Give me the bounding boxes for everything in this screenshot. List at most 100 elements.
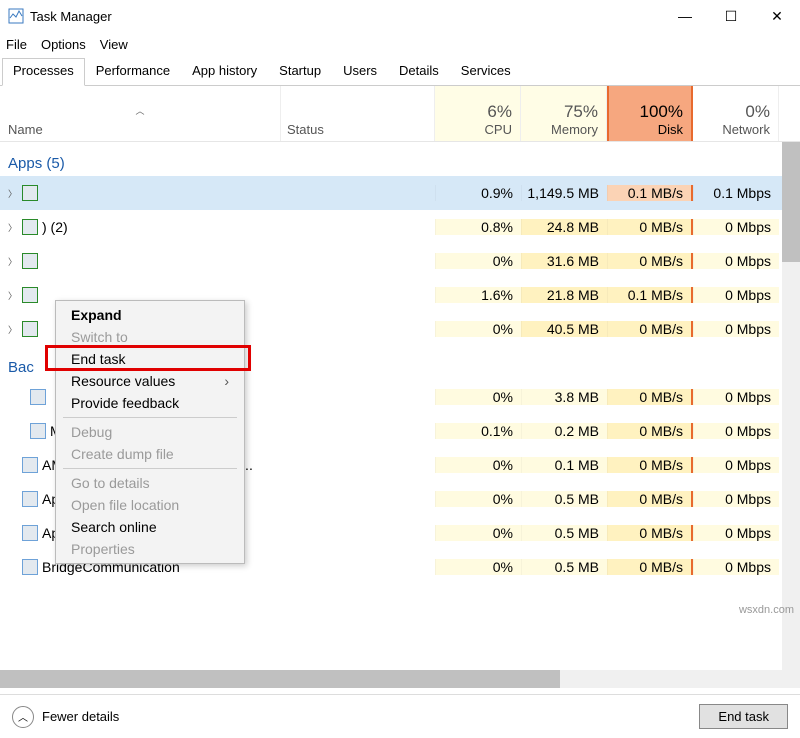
- context-menu-item[interactable]: Expand: [57, 304, 243, 326]
- expand-icon[interactable]: 〉: [8, 255, 18, 268]
- maximize-button[interactable]: ☐: [708, 0, 754, 32]
- cpu-cell: 0%: [435, 321, 521, 337]
- process-icon: [22, 287, 38, 303]
- menu-file[interactable]: File: [6, 37, 27, 52]
- process-icon: [22, 559, 38, 575]
- process-icon: [22, 457, 38, 473]
- cpu-cell: 0%: [435, 525, 521, 541]
- process-icon: [30, 389, 46, 405]
- col-disk[interactable]: 100%Disk: [607, 86, 693, 141]
- network-cell: 0 Mbps: [693, 559, 779, 575]
- process-icon: [22, 219, 38, 235]
- process-icon: [30, 423, 46, 439]
- network-cell: 0 Mbps: [693, 321, 779, 337]
- expand-icon[interactable]: 〉: [8, 289, 18, 302]
- tab-app-history[interactable]: App history: [181, 58, 268, 85]
- tab-users[interactable]: Users: [332, 58, 388, 85]
- disk-cell: 0 MB/s: [607, 219, 693, 235]
- table-row[interactable]: 〉 ) (2) 0.8%24.8 MB0 MB/s0 Mbps: [0, 210, 800, 244]
- cpu-cell: 1.6%: [435, 287, 521, 303]
- table-row[interactable]: 〉 0%31.6 MB0 MB/s0 Mbps: [0, 244, 800, 278]
- cpu-cell: 0.9%: [435, 185, 521, 201]
- sort-indicator-icon: ︿: [135, 104, 144, 122]
- col-network[interactable]: 0%Network: [693, 86, 779, 141]
- expand-icon[interactable]: 〉: [8, 323, 18, 336]
- network-cell: 0 Mbps: [693, 287, 779, 303]
- process-list: ︿ Name Status 6%CPU 75%Memory 100%Disk 0…: [0, 86, 800, 670]
- tab-performance[interactable]: Performance: [85, 58, 181, 85]
- network-cell: 0 Mbps: [693, 389, 779, 405]
- memory-cell: 0.5 MB: [521, 491, 607, 507]
- disk-cell: 0 MB/s: [607, 321, 693, 337]
- memory-cell: 40.5 MB: [521, 321, 607, 337]
- context-menu: ExpandSwitch toEnd taskResource valuesPr…: [55, 300, 245, 564]
- disk-cell: 0 MB/s: [607, 389, 693, 405]
- process-icon: [22, 253, 38, 269]
- horizontal-scrollbar[interactable]: [0, 670, 800, 688]
- col-memory[interactable]: 75%Memory: [521, 86, 607, 141]
- tab-services[interactable]: Services: [450, 58, 522, 85]
- network-cell: 0 Mbps: [693, 253, 779, 269]
- memory-cell: 1,149.5 MB: [521, 185, 607, 201]
- window-title: Task Manager: [30, 9, 662, 24]
- process-icon: [22, 491, 38, 507]
- col-status[interactable]: Status: [281, 86, 435, 141]
- context-menu-item: Open file location: [57, 494, 243, 516]
- menubar: File Options View: [0, 32, 800, 56]
- network-cell: 0 Mbps: [693, 219, 779, 235]
- titlebar: Task Manager ― ☐ ✕: [0, 0, 800, 32]
- tab-strip: Processes Performance App history Startu…: [0, 58, 800, 86]
- column-headers: ︿ Name Status 6%CPU 75%Memory 100%Disk 0…: [0, 86, 800, 142]
- process-name: ) (2): [42, 219, 68, 235]
- context-menu-item[interactable]: Resource values: [57, 370, 243, 392]
- cpu-cell: 0.8%: [435, 219, 521, 235]
- network-cell: 0 Mbps: [693, 491, 779, 507]
- memory-cell: 0.5 MB: [521, 559, 607, 575]
- memory-cell: 0.1 MB: [521, 457, 607, 473]
- cpu-cell: 0%: [435, 253, 521, 269]
- close-button[interactable]: ✕: [754, 0, 800, 32]
- col-cpu[interactable]: 6%CPU: [435, 86, 521, 141]
- network-cell: 0 Mbps: [693, 423, 779, 439]
- memory-cell: 31.6 MB: [521, 253, 607, 269]
- context-menu-item: Switch to: [57, 326, 243, 348]
- context-menu-item[interactable]: Search online: [57, 516, 243, 538]
- memory-cell: 0.2 MB: [521, 423, 607, 439]
- context-menu-item[interactable]: End task: [57, 348, 243, 370]
- group-apps-header[interactable]: Apps (5): [0, 142, 800, 176]
- cpu-cell: 0%: [435, 457, 521, 473]
- disk-cell: 0 MB/s: [607, 525, 693, 541]
- network-cell: 0 Mbps: [693, 525, 779, 541]
- app-icon: [8, 8, 24, 24]
- fewer-details-toggle[interactable]: ︿ Fewer details: [12, 706, 119, 728]
- disk-cell: 0.1 MB/s: [607, 287, 693, 303]
- tab-processes[interactable]: Processes: [2, 58, 85, 86]
- vertical-scrollbar[interactable]: [782, 142, 800, 670]
- disk-cell: 0 MB/s: [607, 491, 693, 507]
- memory-cell: 24.8 MB: [521, 219, 607, 235]
- menu-view[interactable]: View: [100, 37, 128, 52]
- disk-cell: 0.1 MB/s: [607, 185, 693, 201]
- expand-icon[interactable]: 〉: [8, 221, 18, 234]
- cpu-cell: 0.1%: [435, 423, 521, 439]
- disk-cell: 0 MB/s: [607, 253, 693, 269]
- tab-startup[interactable]: Startup: [268, 58, 332, 85]
- context-menu-item[interactable]: Provide feedback: [57, 392, 243, 414]
- col-name[interactable]: ︿ Name: [0, 86, 281, 141]
- process-icon: [22, 185, 38, 201]
- network-cell: 0.1 Mbps: [693, 185, 779, 201]
- end-task-button[interactable]: End task: [699, 704, 788, 729]
- disk-cell: 0 MB/s: [607, 559, 693, 575]
- footer-bar: ︿ Fewer details End task: [0, 694, 800, 738]
- chevron-up-icon: ︿: [12, 706, 34, 728]
- cpu-cell: 0%: [435, 559, 521, 575]
- cpu-cell: 0%: [435, 389, 521, 405]
- minimize-button[interactable]: ―: [662, 0, 708, 32]
- process-icon: [22, 525, 38, 541]
- watermark: wsxdn.com: [739, 604, 794, 616]
- network-cell: 0 Mbps: [693, 457, 779, 473]
- menu-options[interactable]: Options: [41, 37, 86, 52]
- expand-icon[interactable]: 〉: [8, 187, 18, 200]
- table-row[interactable]: 〉 0.9%1,149.5 MB0.1 MB/s0.1 Mbps: [0, 176, 800, 210]
- tab-details[interactable]: Details: [388, 58, 450, 85]
